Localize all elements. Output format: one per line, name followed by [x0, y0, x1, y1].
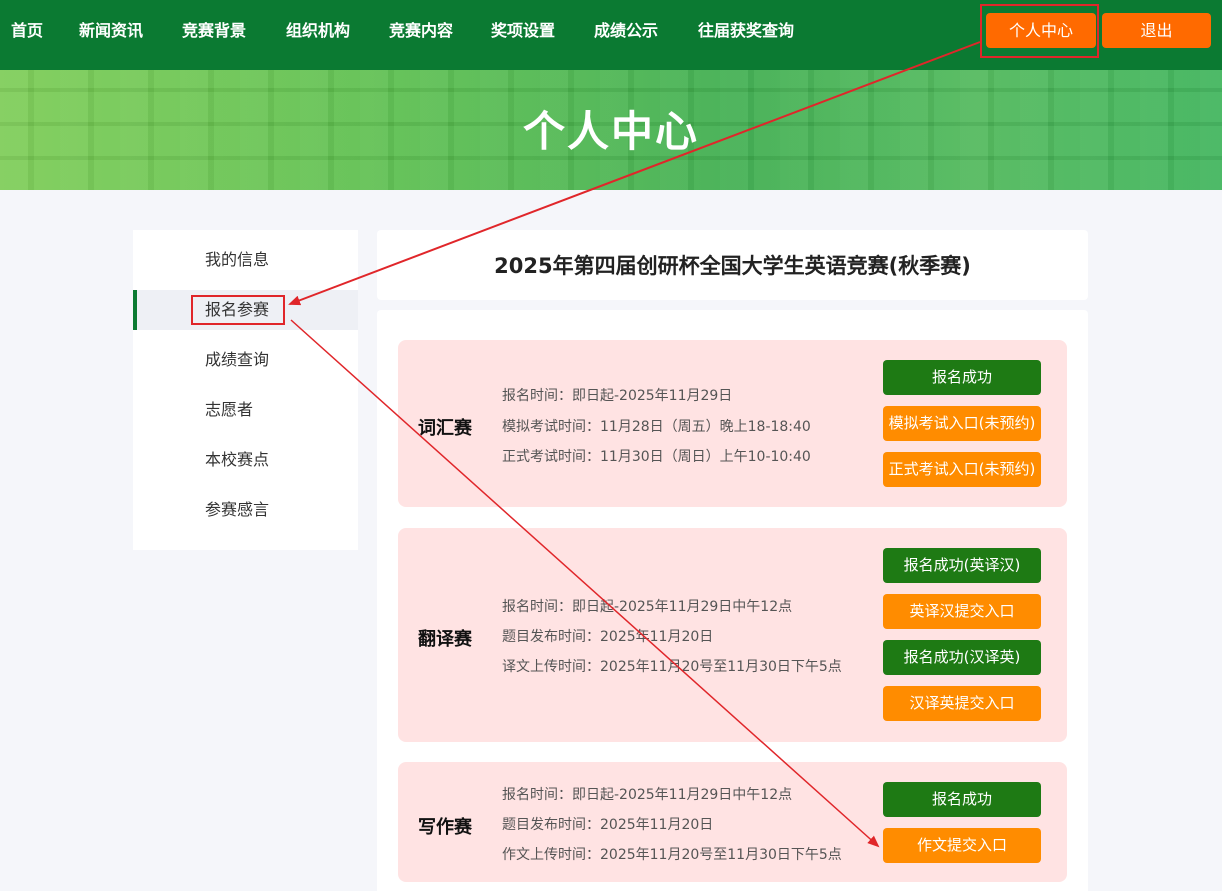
contest-title-box: 2025年第四届创研杯全国大学生英语竞赛(秋季赛) [377, 230, 1088, 300]
mock-exam-entry-button[interactable]: 模拟考试入口(未预约) [883, 406, 1041, 441]
page-banner: 个人中心 [0, 70, 1222, 190]
contest-name: 写作赛 [418, 817, 472, 838]
registration-success-zh-en-button[interactable]: 报名成功(汉译英) [883, 640, 1041, 675]
sidebar-item-my-info[interactable]: 我的信息 [133, 240, 358, 280]
nav-news[interactable]: 新闻资讯 [79, 0, 143, 62]
en-zh-submit-button[interactable]: 英译汉提交入口 [883, 594, 1041, 629]
contest-name: 翻译赛 [418, 629, 472, 650]
contest-info-line: 题目发布时间：2025年11月20日 [502, 817, 714, 833]
nav-home[interactable]: 首页 [11, 0, 43, 62]
contest-card-vocabulary: 词汇赛 报名时间：即日起-2025年11月29日 模拟考试时间：11月28日（周… [398, 340, 1067, 507]
contest-card-writing: 写作赛 报名时间：即日起-2025年11月29日中午12点 题目发布时间：202… [398, 762, 1067, 882]
registration-success-button[interactable]: 报名成功 [883, 360, 1041, 395]
nav-past-winners[interactable]: 往届获奖查询 [698, 0, 794, 62]
nav-awards[interactable]: 奖项设置 [491, 0, 555, 62]
annotation-highlight-box [980, 4, 1099, 58]
sidebar-item-score-query[interactable]: 成绩查询 [133, 340, 358, 380]
contest-info-line: 题目发布时间：2025年11月20日 [502, 629, 714, 645]
sidebar-item-testimonials[interactable]: 参赛感言 [133, 490, 358, 530]
nav-results[interactable]: 成绩公示 [594, 0, 658, 62]
page-title: 2025年第四届创研杯全国大学生英语竞赛(秋季赛) [494, 254, 971, 278]
contest-info-line: 报名时间：即日起-2025年11月29日中午12点 [502, 787, 793, 803]
logout-button[interactable]: 退出 [1102, 13, 1211, 48]
contest-card-translation: 翻译赛 报名时间：即日起-2025年11月29日中午12点 题目发布时间：202… [398, 528, 1067, 742]
registration-success-en-zh-button[interactable]: 报名成功(英译汉) [883, 548, 1041, 583]
formal-exam-entry-button[interactable]: 正式考试入口(未预约) [883, 452, 1041, 487]
registration-success-button[interactable]: 报名成功 [883, 782, 1041, 817]
contest-info-line: 报名时间：即日起-2025年11月29日 [502, 388, 733, 404]
sidebar-item-school-venue[interactable]: 本校赛点 [133, 440, 358, 480]
banner-title: 个人中心 [522, 107, 699, 156]
sidebar-item-volunteer[interactable]: 志愿者 [133, 390, 358, 430]
contest-info-line: 作文上传时间：2025年11月20号至11月30日下午5点 [502, 847, 842, 863]
nav-organization[interactable]: 组织机构 [286, 0, 350, 62]
contest-info-line: 报名时间：即日起-2025年11月29日中午12点 [502, 599, 793, 615]
sidebar: 我的信息 报名参赛 成绩查询 志愿者 本校赛点 参赛感言 [133, 230, 358, 550]
annotation-highlight-box [191, 295, 285, 325]
contest-name: 词汇赛 [418, 418, 472, 439]
nav-background[interactable]: 竞赛背景 [182, 0, 246, 62]
zh-en-submit-button[interactable]: 汉译英提交入口 [883, 686, 1041, 721]
nav-content[interactable]: 竞赛内容 [389, 0, 453, 62]
contest-info-line: 译文上传时间：2025年11月20号至11月30日下午5点 [502, 659, 842, 675]
essay-submit-button[interactable]: 作文提交入口 [883, 828, 1041, 863]
contest-info-line: 模拟考试时间：11月28日（周五）晚上18-18:40 [502, 419, 811, 435]
contest-info-line: 正式考试时间：11月30日（周日）上午10-10:40 [502, 449, 811, 465]
